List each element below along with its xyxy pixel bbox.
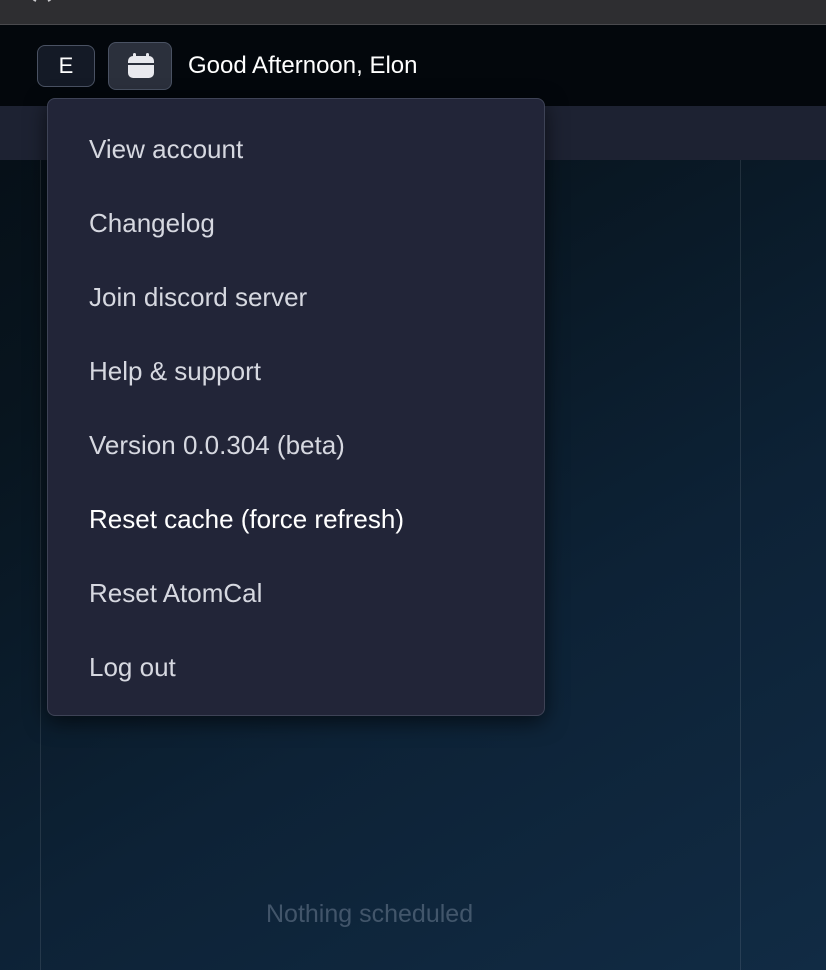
menu-item-help-support[interactable]: Help & support — [89, 351, 261, 391]
menu-item-view-account[interactable]: View account — [89, 129, 243, 169]
account-menu-button[interactable]: E — [37, 45, 95, 87]
calendar-column-divider — [740, 160, 741, 970]
menu-item-reset-atomcal[interactable]: Reset AtomCal — [89, 573, 262, 613]
calendar-button[interactable] — [108, 42, 172, 90]
menu-item-changelog[interactable]: Changelog — [89, 203, 215, 243]
window-titlebar — [0, 0, 826, 25]
menu-item-log-out[interactable]: Log out — [89, 647, 176, 687]
menu-item-version: Version 0.0.304 (beta) — [89, 430, 345, 460]
calendar-column-divider — [40, 160, 41, 970]
menu-item-reset-cache[interactable]: Reset cache (force refresh) — [89, 499, 404, 539]
menu-item-join-discord[interactable]: Join discord server — [89, 277, 307, 317]
window-glyph-icon — [30, 0, 54, 4]
empty-state-text: Nothing scheduled — [266, 900, 474, 928]
account-dropdown-menu: View account Changelog Join discord serv… — [47, 98, 545, 716]
avatar-letter: E — [58, 53, 74, 78]
calendar-icon — [128, 53, 154, 78]
greeting-text: Good Afternoon, Elon — [188, 52, 418, 79]
